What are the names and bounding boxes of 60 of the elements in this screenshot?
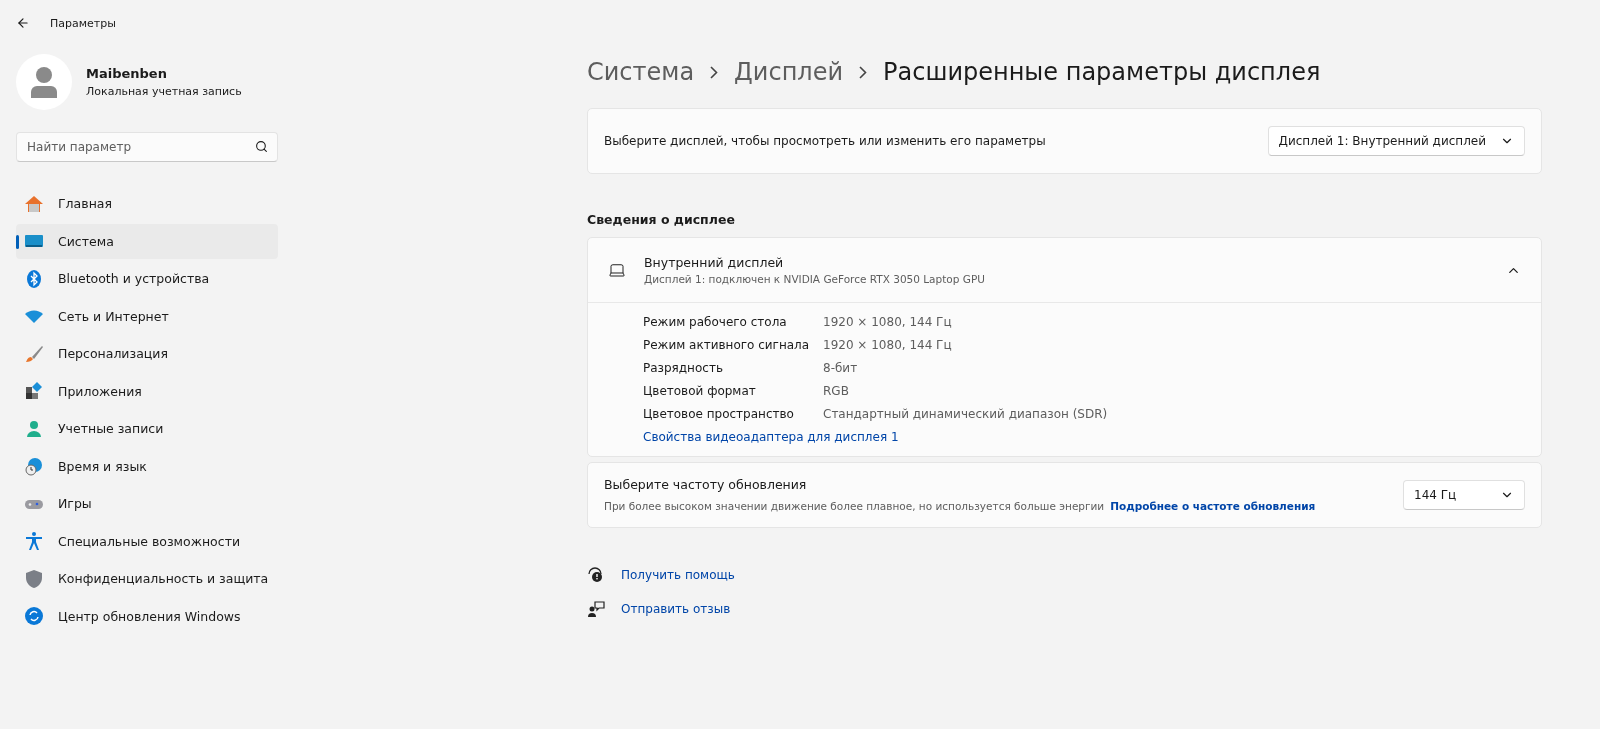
person-icon: [24, 418, 44, 439]
sidebar-item[interactable]: Специальные возможности: [16, 523, 278, 559]
property-value: 8-бит: [823, 361, 859, 375]
person-silhouette-icon: [30, 66, 58, 98]
property-value: RGB: [823, 384, 850, 398]
feedback-icon: [587, 600, 605, 618]
sidebar-item[interactable]: Приложения: [16, 373, 278, 409]
property-label: Разрядность: [643, 361, 724, 375]
refresh-rate-link[interactable]: Подробнее о частоте обновления: [1110, 499, 1316, 512]
refresh-rate-dropdown[interactable]: 144 Гц: [1403, 480, 1525, 510]
back-icon[interactable]: [16, 16, 30, 30]
property-label: Цветовое пространство: [643, 407, 795, 421]
sidebar-item[interactable]: Сеть и Интернет: [16, 298, 278, 334]
shield-icon: [24, 568, 44, 589]
sidebar-item[interactable]: Bluetooth и устройства: [16, 261, 278, 297]
laptop-icon: [608, 261, 626, 279]
property-label: Цветовой формат: [643, 384, 757, 398]
refresh-rate-description: При более высоком значении движение более плавное, но используется больше энергии: [604, 499, 1105, 512]
bluetooth-icon: [24, 268, 44, 289]
property-label: Режим активного сигнала: [643, 338, 811, 352]
window-title: Параметры: [50, 16, 116, 30]
display-name: Внутренний дисплей: [644, 255, 785, 270]
sidebar-item[interactable]: Время и язык: [16, 448, 278, 484]
brush-icon: [24, 343, 44, 364]
account-type: Локальная учетная запись: [86, 85, 242, 98]
selection-indicator: [16, 234, 19, 249]
sidebar-item[interactable]: Учетные записи: [16, 411, 278, 447]
account-name: Maibenben: [86, 66, 168, 81]
sidebar-item[interactable]: Игры: [16, 486, 278, 522]
sidebar-item[interactable]: Центр обновления Windows: [16, 598, 278, 634]
property-label: Режим рабочего стола: [643, 315, 788, 329]
property-value: Стандартный динамический диапазон (SDR): [823, 407, 1109, 421]
help-chat-icon: [587, 566, 605, 584]
property-value: 1920 × 1080, 144 Гц: [823, 315, 953, 329]
help-link[interactable]: Получить помощь: [621, 568, 735, 582]
breadcrumb-item[interactable]: Система: [587, 58, 695, 86]
breadcrumb-item[interactable]: Дисплей: [734, 58, 844, 86]
display-adapter: Дисплей 1: подключен к NVIDIA GeForce RTX 3050 Laptop GPU: [644, 273, 986, 285]
property-value: 1920 × 1080, 144 Гц: [823, 338, 953, 352]
search-icon[interactable]: [255, 140, 268, 153]
display-select-label: Выберите дисплей, чтобы просмотреть или изменить его параметры: [604, 134, 1046, 148]
section-title: Сведения о дисплее: [587, 212, 736, 227]
accessibility-icon: [24, 531, 44, 552]
sidebar-item[interactable]: Главная: [16, 186, 278, 222]
search-field[interactable]: Найти параметр: [16, 132, 278, 162]
apps-icon: [24, 381, 44, 402]
help-link[interactable]: Отправить отзыв: [621, 602, 731, 616]
display-dropdown[interactable]: Дисплей 1: Внутренний дисплей: [1267, 126, 1525, 156]
refresh-rate-title: Выберите частоту обновления: [604, 476, 808, 492]
update-icon: [24, 606, 44, 627]
chevron-right-icon: [710, 65, 719, 79]
display-info-header[interactable]: Внутренний дисплей Дисплей 1: подключен к NVIDIA GeForce RTX 3050 Laptop GPU: [588, 238, 1541, 303]
adapter-properties-link[interactable]: Свойства видеоадаптера для дисплея 1: [643, 430, 899, 444]
home-icon: [24, 193, 44, 214]
breadcrumb-item: Расширенные параметры дисплея: [883, 58, 1321, 86]
chevron-right-icon: [859, 65, 868, 79]
sidebar-item[interactable]: Персонализация: [16, 336, 278, 372]
sidebar-item[interactable]: Система: [16, 223, 278, 259]
sidebar-item[interactable]: Конфиденциальность и защита: [16, 561, 278, 597]
globe-clock-icon: [24, 456, 44, 477]
